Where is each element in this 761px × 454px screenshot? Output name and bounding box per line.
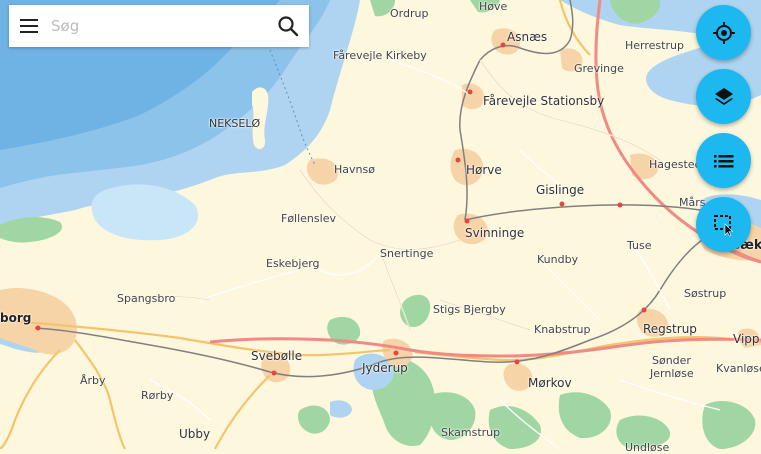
layers-icon [714, 87, 733, 105]
select-area-button[interactable] [696, 197, 751, 252]
place-label-knabstrup: Knabstrup [534, 323, 591, 336]
place-label-spangsbro: Spangsbro [117, 292, 176, 305]
place-label-kvanlose: Kvanløse [716, 362, 761, 375]
place-label-stigs-bjergby: Stigs Bjergby [433, 303, 506, 316]
place-label-havnso: Havnsø [334, 163, 375, 176]
place-label-vipp: Vipp [733, 332, 760, 346]
place-label-asnaes: Asnæs [507, 30, 548, 44]
search-button[interactable] [267, 5, 309, 47]
place-label-regstrup: Regstrup [643, 322, 697, 336]
place-label-sonder: Sønder [652, 354, 691, 367]
locate-button[interactable] [696, 5, 751, 60]
place-label-jyderup: Jyderup [362, 361, 408, 375]
place-label-ordrup: Ordrup [390, 7, 429, 20]
place-label-jernlose: Jernløse [650, 367, 694, 380]
menu-icon [20, 19, 38, 33]
place-label-eskebjerg: Eskebjerg [266, 257, 320, 270]
place-label-snertinge: Snertinge [380, 247, 434, 260]
place-label-follenslev: Føllenslev [281, 212, 336, 225]
place-label-horve: Hørve [466, 163, 502, 177]
place-label-hagested: Hagested [649, 158, 702, 171]
list-icon [713, 154, 733, 167]
place-label-arby: Årby [80, 374, 106, 387]
place-label-herrestrup: Herrestrup [625, 39, 684, 52]
place-label-kundby: Kundby [537, 253, 579, 266]
place-label-grevinge: Grevinge [574, 62, 624, 75]
layers-button[interactable] [696, 69, 751, 124]
menu-button[interactable] [9, 5, 49, 47]
place-label-borg: borg [0, 311, 32, 325]
place-label-rorby: Rørby [141, 389, 174, 402]
place-label-morkov: Mørkov [528, 376, 572, 390]
gps-target-icon [712, 21, 735, 44]
map-canvas[interactable] [0, 0, 761, 449]
search-icon [278, 16, 299, 37]
place-label-svebolle: Svebølle [251, 349, 303, 363]
search-bar [9, 5, 309, 47]
select-area-icon [713, 214, 733, 236]
place-label-gislinge: Gislinge [536, 183, 585, 197]
place-label-tuse: Tuse [627, 239, 652, 252]
place-label-skamstrup: Skamstrup [441, 426, 501, 439]
place-label-farevejle-stationsby: Fårevejle Stationsby [483, 94, 605, 108]
place-label-sostrup: Søstrup [684, 287, 727, 300]
place-label-farevejle-kirkeby: Fårevejle Kirkeby [333, 49, 427, 62]
place-label-ubby: Ubby [179, 427, 211, 441]
list-button[interactable] [696, 133, 751, 188]
place-label-nekselo: NEKSELØ [209, 117, 261, 130]
place-label-hove: Høve [479, 0, 508, 13]
place-label-svinninge: Svinninge [465, 226, 525, 240]
search-input[interactable] [49, 6, 267, 46]
place-label-undlose: Undløse [625, 441, 670, 454]
